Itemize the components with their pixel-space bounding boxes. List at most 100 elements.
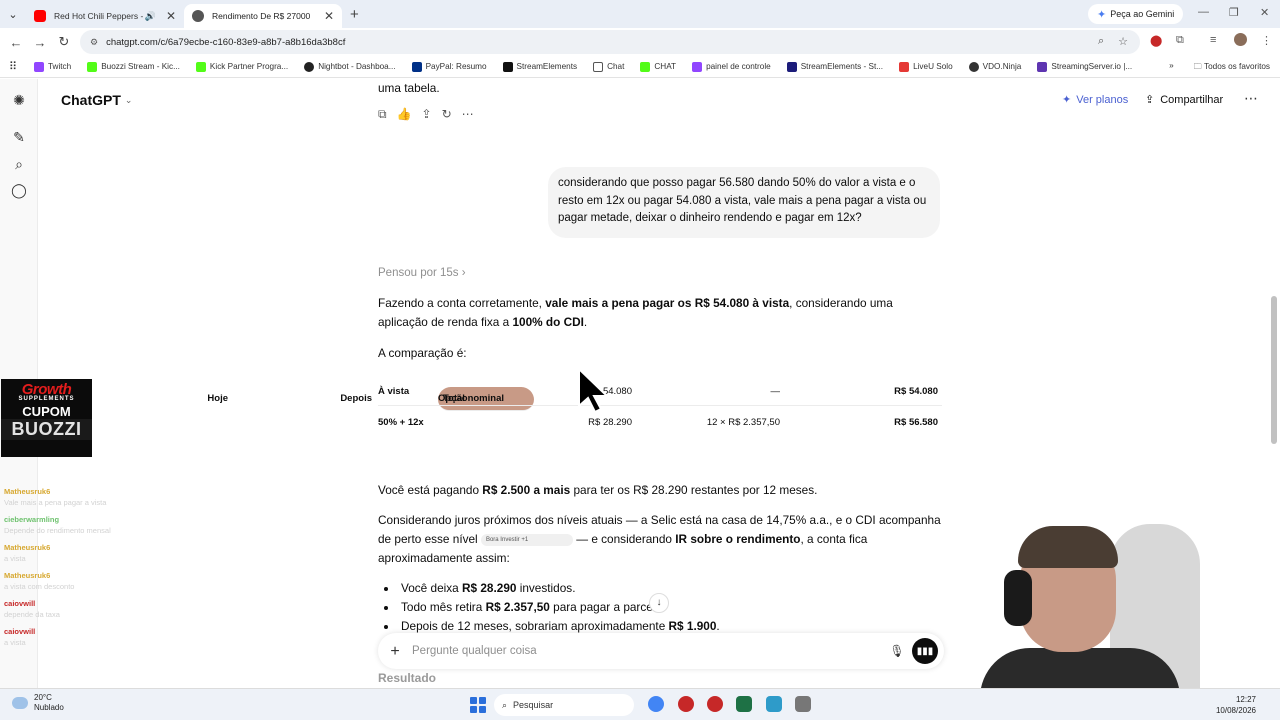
- share-button[interactable]: ⇪ Compartilhar: [1145, 93, 1223, 107]
- message-actions: ⧉ 👍 ⇪ ↻ ⋯: [378, 105, 474, 124]
- gemini-label: Peça ao Gemini: [1110, 9, 1175, 19]
- bookmark-chat[interactable]: Chat: [585, 61, 632, 72]
- scroll-down-button[interactable]: ↓: [649, 593, 669, 613]
- sponsor-cupom: CUPOM: [22, 404, 71, 419]
- search-icon[interactable]: ⌕: [10, 155, 28, 173]
- bookmark-label: Kick Partner Progra...: [209, 62, 289, 71]
- search-icon: ⌕: [502, 699, 508, 710]
- model-selector[interactable]: ChatGPT ⌄: [61, 92, 132, 108]
- bookmark-kick-partner[interactable]: Kick Partner Progra...: [188, 61, 296, 72]
- bookmark-star-icon[interactable]: ☆: [1118, 35, 1128, 48]
- profile-avatar[interactable]: [1234, 33, 1247, 46]
- site-info-icon[interactable]: ⚙: [90, 37, 98, 48]
- new-tab-button[interactable]: +: [350, 6, 359, 23]
- openai-logo-icon[interactable]: ✺: [10, 91, 28, 109]
- apps-grid-icon[interactable]: ⠿: [0, 60, 26, 73]
- thought-toggle[interactable]: Pensou por 15s ›: [378, 264, 466, 283]
- text-bold: R$ 28.290: [462, 581, 517, 595]
- bookmark-nightbot[interactable]: Nightbot - Dashboa...: [296, 61, 403, 72]
- chevron-right-icon: ›: [461, 267, 466, 279]
- bookmark-vdo-ninja[interactable]: VDO.Ninja: [961, 61, 1030, 72]
- tab-red-hot-chili-peppers[interactable]: Red Hot Chili Peppers - Sca 🔊 ✕: [26, 4, 184, 28]
- source-chip[interactable]: Bora Investir +1: [480, 533, 573, 546]
- excel-icon[interactable]: [736, 696, 752, 712]
- more-options-icon[interactable]: ⋯: [1244, 90, 1258, 107]
- bookmark-paypal[interactable]: PayPal: Resumo: [404, 61, 495, 72]
- app-blue-icon[interactable]: [766, 696, 782, 712]
- bookmark-streamelements-st[interactable]: StreamElements - St...: [779, 61, 891, 72]
- bookmark-chat-caps[interactable]: CHAT: [632, 61, 684, 72]
- bookmark-label: Chat: [607, 62, 625, 71]
- copy-icon[interactable]: ⧉: [378, 105, 387, 124]
- forward-icon[interactable]: →: [28, 35, 52, 50]
- thumbs-icon[interactable]: 👍: [397, 105, 412, 124]
- chats-icon[interactable]: ◯: [10, 181, 28, 199]
- bookmark-streamelements[interactable]: StreamElements: [495, 61, 586, 72]
- microphone-icon[interactable]: 🎙: [882, 642, 912, 661]
- bookmark-label: VDO.Ninja: [982, 62, 1022, 71]
- chat-message: a vista: [4, 554, 26, 563]
- url-input[interactable]: ⚙ chatgpt.com/c/6a79ecbe-c160-83e9-a8b7-…: [80, 30, 1140, 54]
- tab-search-icon[interactable]: ⌄: [0, 0, 26, 28]
- url-text: chatgpt.com/c/6a79ecbe-c160-83e9-a8b7-a8…: [106, 36, 346, 48]
- taskbar-search[interactable]: ⌕ Pesquisar: [494, 694, 634, 716]
- chat-username: caiovwill: [4, 627, 36, 636]
- text: — e considerando: [572, 532, 676, 546]
- ver-planos-button[interactable]: ✦ Ver planos: [1062, 93, 1128, 107]
- bookmark-buozzi-stream[interactable]: Buozzi Stream - Kic...: [79, 61, 188, 72]
- sponsor-overlay: Growth SUPPLEMENTS CUPOM BUOZZI: [1, 379, 92, 457]
- close-tab-icon[interactable]: ✕: [166, 9, 176, 23]
- app-red-2-icon[interactable]: [707, 696, 723, 712]
- close-window-icon[interactable]: ✕: [1260, 6, 1269, 19]
- page-title: ChatGPT: [61, 92, 121, 108]
- stream-chat-overlay: Matheusruk6 Vale mais a pena pagar a vis…: [4, 486, 219, 654]
- app-red-icon[interactable]: [678, 696, 694, 712]
- media-icon[interactable]: ≡: [1210, 34, 1216, 46]
- calculator-icon[interactable]: [795, 696, 811, 712]
- share-icon: ⇪: [1145, 94, 1155, 106]
- prompt-input[interactable]: Pergunte qualquer coisa: [412, 642, 882, 661]
- bookmark-label: CHAT: [654, 62, 677, 71]
- voice-mode-button[interactable]: ▮▮▮: [912, 638, 938, 664]
- chrome-icon[interactable]: [648, 696, 664, 712]
- browser-menu-icon[interactable]: ⋮: [1261, 34, 1272, 47]
- bookmark-twitch[interactable]: Twitch: [26, 61, 79, 72]
- back-icon[interactable]: ←: [4, 35, 28, 50]
- system-clock[interactable]: 12:27 10/08/2026: [1216, 694, 1256, 716]
- bookmark-streamingserver[interactable]: StreamingServer.io |...: [1029, 61, 1140, 72]
- weather-widget[interactable]: 20°C Nublado: [12, 693, 64, 713]
- add-attachment-icon[interactable]: +: [378, 642, 412, 661]
- minimize-icon[interactable]: —: [1198, 6, 1209, 18]
- sponsor-code: BUOZZI: [1, 419, 92, 440]
- text: investidos.: [516, 581, 576, 595]
- bookmark-label: Buozzi Stream - Kic...: [101, 62, 180, 71]
- clock-date: 10/08/2026: [1215, 706, 1256, 715]
- windows-start-icon[interactable]: [470, 697, 486, 713]
- share-message-icon[interactable]: ⇪: [422, 105, 432, 124]
- gemini-button[interactable]: ✦ Peça ao Gemini: [1088, 4, 1184, 24]
- cloud-icon: [12, 697, 28, 709]
- close-tab-icon[interactable]: ✕: [324, 9, 334, 23]
- scrollbar-thumb[interactable]: [1271, 296, 1277, 444]
- reload-icon[interactable]: ↻: [52, 34, 76, 50]
- extensions-puzzle-icon[interactable]: ⧉: [1176, 34, 1184, 47]
- zoom-icon[interactable]: ⌕: [1098, 35, 1104, 48]
- bookmark-liveu[interactable]: LiveU Solo: [891, 61, 961, 72]
- regenerate-icon[interactable]: ↻: [442, 105, 452, 124]
- more-icon[interactable]: ⋯: [462, 105, 474, 124]
- tab-rendimento[interactable]: Rendimento De R$ 27000 ✕: [184, 4, 342, 28]
- more-bookmarks-icon[interactable]: »: [1169, 61, 1174, 75]
- bookmarks-folder[interactable]: 🗀 Todos os favoritos: [1194, 61, 1270, 75]
- bookmark-painel[interactable]: painel de controle: [684, 61, 779, 72]
- extension-icon[interactable]: ⬤: [1150, 34, 1162, 47]
- bookmark-label: StreamElements - St...: [800, 62, 884, 71]
- chat-username: caiovwill: [4, 599, 36, 608]
- speaker-icon[interactable]: 🔊: [145, 11, 156, 22]
- text: Todo mês retira: [401, 600, 486, 614]
- gemini-icon: ✦: [1097, 8, 1107, 21]
- column-header: Hoje: [207, 393, 228, 404]
- restore-icon[interactable]: ❐: [1229, 6, 1239, 19]
- new-chat-icon[interactable]: ✎: [10, 128, 28, 146]
- list-item: Você deixa R$ 28.290 investidos.: [378, 579, 720, 598]
- chatgpt-favicon-icon: [192, 10, 204, 22]
